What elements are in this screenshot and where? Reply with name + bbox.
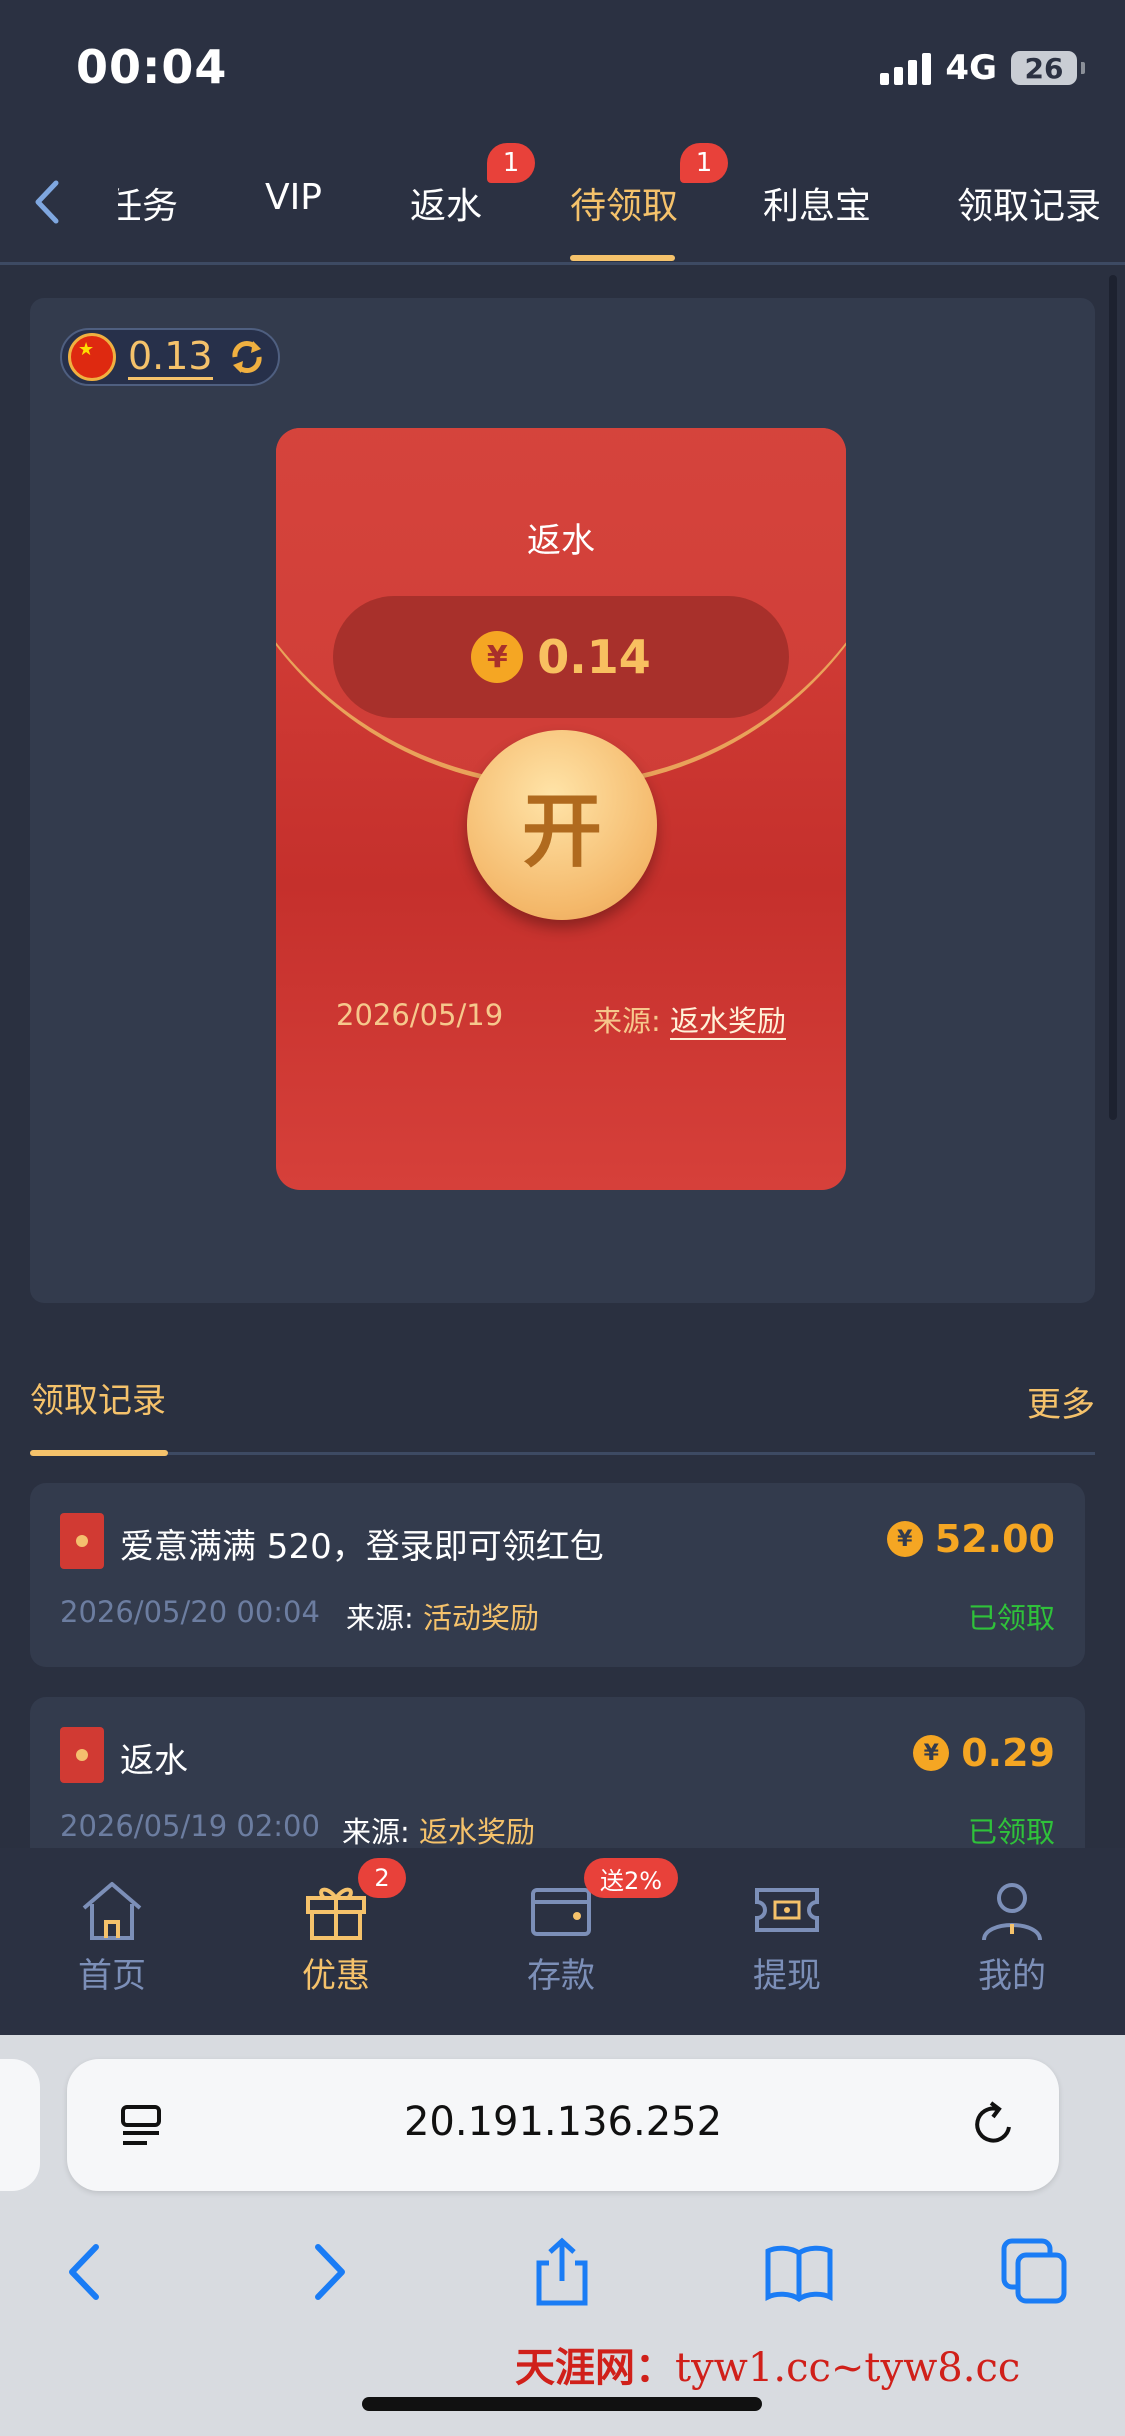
forward-icon[interactable] (290, 2235, 364, 2309)
yen-coin-icon: ¥ (471, 631, 524, 683)
url-text[interactable]: 20.191.136.252 (67, 2099, 1059, 2145)
status-indicators: 4G 26 (880, 48, 1085, 88)
reload-icon[interactable] (967, 2099, 1019, 2151)
records-more-link[interactable]: 更多 (1027, 1377, 1095, 1426)
home-indicator[interactable] (362, 2397, 762, 2411)
record-amount-value: 0.29 (961, 1731, 1055, 1775)
record-source-label: 来源: (346, 1601, 414, 1635)
record-source: 来源: 返水奖励 (342, 1809, 535, 1851)
refresh-icon[interactable] (227, 337, 267, 377)
address-bar[interactable]: 20.191.136.252 (67, 2059, 1059, 2191)
record-amount: ¥ 0.29 (913, 1731, 1055, 1775)
tabs-icon[interactable] (998, 2235, 1072, 2309)
tab-pending-badge: 1 (680, 143, 728, 183)
balance-value: 0.13 (128, 333, 213, 380)
record-amount: ¥ 52.00 (886, 1517, 1055, 1561)
nav-deposit-label: 存款 (527, 1956, 595, 1996)
back-arrow-icon[interactable] (28, 177, 68, 227)
tab-vip[interactable]: VIP (265, 177, 322, 218)
nav-profile-label: 我的 (978, 1956, 1046, 1996)
nav-withdraw[interactable]: 提现 (707, 1878, 867, 1997)
envelope-amount: 0.14 (537, 630, 651, 684)
battery-tip (1081, 62, 1085, 74)
status-time: 00:04 (76, 40, 228, 94)
balance-pill[interactable]: 0.13 (60, 328, 280, 386)
nav-profile[interactable]: 我的 (932, 1878, 1092, 1997)
yen-coin-icon: ¥ (886, 1521, 923, 1557)
promotions-badge: 2 (358, 1858, 406, 1898)
envelope-source-label: 来源: (592, 1004, 661, 1038)
envelope-amount-box: ¥ 0.14 (333, 596, 789, 718)
tab-pending[interactable]: 待领取 (570, 177, 678, 229)
bottom-nav: 首页 优惠 2 存款 送2% 提现 我的 (0, 1848, 1125, 2035)
home-icon (82, 1882, 142, 1940)
tab-interest[interactable]: 利息宝 (763, 177, 871, 229)
record-source-value: 活动奖励 (423, 1601, 540, 1635)
yen-coin-icon: ¥ (913, 1735, 950, 1771)
red-envelope-icon (60, 1513, 104, 1569)
red-envelope-panel: 0.13 返水 ¥ 0.14 开 2026/05/19 来源: 返水奖励 (30, 298, 1095, 1303)
back-icon[interactable] (50, 2235, 124, 2309)
nav-home-label: 首页 (78, 1956, 146, 1996)
record-title: 爱意满满 520，登录即可领红包 (120, 1527, 604, 1567)
red-envelope-icon (60, 1727, 104, 1783)
record-item[interactable]: 爱意满满 520，登录即可领红包 ¥ 52.00 2026/05/20 00:0… (30, 1483, 1085, 1667)
record-time: 2026/05/19 02:00 (60, 1809, 320, 1843)
record-time: 2026/05/20 00:04 (60, 1595, 320, 1629)
scrollbar[interactable] (1109, 275, 1117, 1120)
watermark-url: tyw1.cc~tyw8.cc (675, 2345, 1021, 2391)
record-source: 来源: 活动奖励 (346, 1595, 539, 1637)
envelope-source-link[interactable]: 返水奖励 (669, 1004, 786, 1040)
withdraw-icon (755, 1888, 819, 1932)
envelope-title: 返水 (527, 521, 595, 561)
records-header: 领取记录 更多 (30, 1365, 1095, 1456)
tab-claim-history[interactable]: 领取记录 (957, 177, 1101, 229)
signal-icon (880, 51, 932, 85)
watermark: 天涯网：tyw1.cc~tyw8.cc (515, 2335, 1020, 2393)
status-bar: 00:04 4G 26 (0, 0, 1125, 135)
tab-rebate-badge: 1 (487, 143, 535, 183)
red-envelope[interactable]: 返水 ¥ 0.14 开 2026/05/19 来源: 返水奖励 (276, 428, 846, 1190)
nav-home[interactable]: 首页 (32, 1878, 192, 1997)
record-source-label: 来源: (342, 1815, 410, 1849)
envelope-date: 2026/05/19 (336, 998, 504, 1032)
record-title: 返水 (120, 1741, 188, 1781)
record-source-value: 返水奖励 (419, 1815, 536, 1849)
bookmarks-icon[interactable] (762, 2235, 836, 2309)
records-title-underline (30, 1450, 168, 1456)
share-icon[interactable] (525, 2235, 599, 2309)
nav-promotions-label: 优惠 (302, 1956, 370, 1996)
watermark-brand: 天涯网： (515, 2344, 675, 2391)
nav-withdraw-label: 提现 (753, 1956, 821, 1996)
battery-icon: 26 (1011, 51, 1077, 85)
deposit-bonus-badge: 送2% (584, 1858, 678, 1898)
record-amount-value: 52.00 (934, 1517, 1055, 1561)
envelope-source: 来源: 返水奖励 (593, 998, 786, 1040)
tab-bar: 任务 VIP 返水 1 待领取 1 利息宝 领取记录 (0, 135, 1125, 265)
tab-rebate[interactable]: 返水 (410, 177, 482, 229)
network-type: 4G (945, 48, 997, 88)
tab-tasks[interactable]: 任务 (118, 177, 178, 229)
record-status: 已领取 (967, 1601, 1055, 1635)
records-title: 领取记录 (30, 1381, 166, 1421)
open-envelope-button[interactable]: 开 (467, 730, 657, 920)
active-tab-indicator (570, 255, 675, 261)
previous-tab-stub[interactable] (0, 2059, 40, 2191)
profile-icon (982, 1883, 1042, 1941)
record-status: 已领取 (967, 1815, 1055, 1849)
browser-chrome: 20.191.136.252 天涯网：tyw1.cc~tyw8.cc (0, 2035, 1125, 2436)
china-flag-icon (68, 333, 116, 381)
